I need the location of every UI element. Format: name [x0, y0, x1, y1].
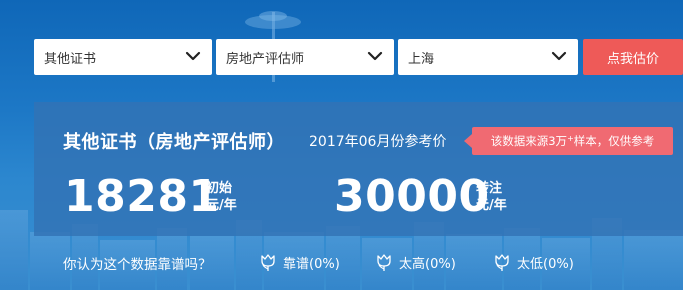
vote-too-high-label: 太高(0%) [399, 256, 456, 272]
estimate-button[interactable]: 点我估价 [583, 39, 683, 75]
vote-reliable-label: 靠谱(0%) [283, 256, 340, 272]
vote-too-low-button[interactable]: 太低(0%) [492, 252, 574, 272]
source-note-badge: 该数据来源3万 + 样本，仅供参考 [464, 127, 673, 155]
result-panel: 其他证书（房地产评估师） 2017年06月份参考价 该数据来源3万 + 样本，仅供参… [34, 102, 683, 236]
result-title: 其他证书（房地产评估师） [63, 132, 285, 153]
salary-widget: 其他证书 房地产评估师 上海 点我估价 其他证书（房地产评估师） 2017年06… [0, 0, 683, 290]
senior-unit: 元/年 [476, 198, 507, 213]
certificate-dropdown[interactable]: 其他证书 [34, 39, 212, 75]
source-note-suffix: 样本，仅供参考 [573, 134, 655, 148]
vote-too-low-label: 太低(0%) [517, 256, 574, 272]
senior-salary-value: 30000 [334, 171, 490, 222]
tulip-icon [495, 254, 509, 271]
reference-date: 2017年06月份参考价 [309, 134, 447, 150]
position-dropdown-value: 房地产评估师 [226, 51, 305, 67]
chevron-down-icon [551, 51, 567, 61]
chevron-down-icon [185, 51, 201, 61]
vote-too-high-button[interactable]: 太高(0%) [374, 252, 456, 272]
initial-salary-value: 18281 [64, 171, 220, 222]
city-dropdown-value: 上海 [408, 51, 435, 67]
vote-reliable-button[interactable]: 靠谱(0%) [258, 252, 340, 272]
senior-label: 转注 [476, 181, 503, 196]
feedback-question: 你认为这个数据靠谱吗？ [63, 257, 212, 273]
certificate-dropdown-value: 其他证书 [44, 51, 97, 67]
chevron-down-icon [367, 51, 383, 61]
senior-salary-unit: 转注 元/年 [476, 180, 507, 214]
initial-salary-unit: 初始 元/年 [206, 180, 237, 214]
tulip-icon [261, 254, 275, 271]
source-note-sup: + [567, 133, 574, 143]
position-dropdown[interactable]: 房地产评估师 [216, 39, 394, 75]
initial-unit: 元/年 [206, 198, 237, 213]
initial-label: 初始 [206, 181, 233, 196]
tulip-icon [377, 254, 391, 271]
city-dropdown[interactable]: 上海 [398, 39, 578, 75]
source-note-prefix: 该数据来源3万 [490, 134, 568, 148]
